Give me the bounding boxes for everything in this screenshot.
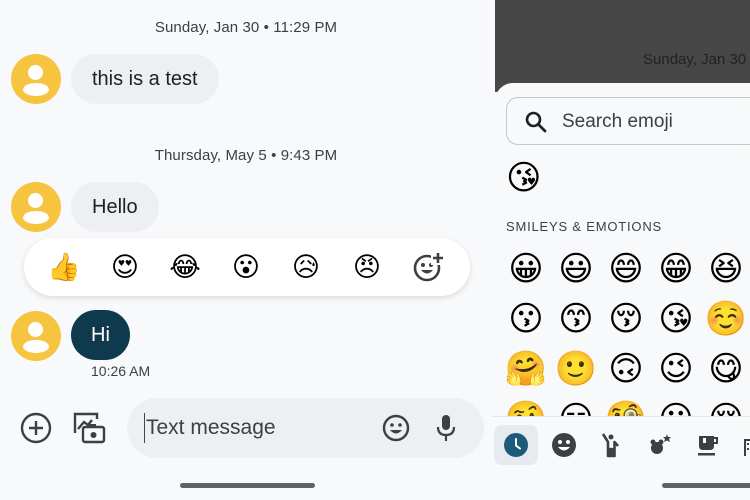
emoji-picker-sheet: 😘 SMILEYS & EMOTIONS 😀 😃 😄 😁 😆 😗 😙 😚 😘 ☺… [492,83,750,500]
coffee-cup-icon [698,436,718,456]
avatar-head-shape [28,322,43,337]
category-tab-food-drink[interactable] [686,425,730,465]
message-bubble[interactable]: this is a test [71,54,219,104]
avatar-body-shape [23,83,49,96]
emoji-search-input[interactable] [562,107,750,137]
emoji-cell[interactable]: 😄 [604,247,648,291]
search-icon [524,110,548,134]
emoji-cell[interactable]: 😘 [654,297,698,341]
reaction-tears-of-joy[interactable]: 😂 [168,250,202,284]
reaction-angry[interactable]: 😠 [350,250,384,284]
add-icon[interactable] [19,411,53,445]
category-tab-animals-nature[interactable] [638,425,682,465]
conversation-pane: Sunday, Jan 30 • 11:29 PM this is a test… [0,0,492,500]
smiley-icon [552,433,576,457]
emoji-cell[interactable]: 🙃 [604,347,648,391]
add-reaction-icon[interactable] [412,250,446,284]
compose-field [127,398,484,458]
emoji-cell[interactable]: 😀 [504,247,548,291]
reaction-thumbs-up[interactable]: 👍 [47,250,81,284]
reaction-heart-eyes[interactable]: 😍 [108,250,142,284]
screen: Sunday, Jan 30 • 11:29 PM this is a test… [0,0,750,500]
avatar-head-shape [28,193,43,208]
emoji-cell[interactable]: ☺️ [704,297,748,341]
person-waving-icon [601,433,619,458]
background-date-separator: Sunday, Jan 30 • [643,51,750,68]
avatar-head-shape [28,65,43,80]
emoji-cell[interactable]: 😁 [654,247,698,291]
emoji-cell[interactable]: 🤗 [504,347,548,391]
category-tab-people[interactable] [590,425,634,465]
date-separator: Thursday, May 5 • 9:43 PM [154,147,338,164]
recent-emoji[interactable]: 😘 [506,158,541,198]
emoji-cell[interactable]: 😉 [654,347,698,391]
category-tab-smileys[interactable] [542,425,586,465]
text-message-input[interactable] [144,413,364,443]
message-bubble[interactable]: Hello [71,182,159,232]
emoji-icon[interactable] [379,411,413,445]
category-tab-travel-places[interactable] [734,425,750,465]
avatar[interactable] [11,54,61,104]
clock-icon [504,433,528,457]
message-bubble-selected[interactable]: Hi [71,310,130,360]
gallery-camera-icon[interactable] [72,411,106,445]
emoji-search-box [506,97,750,145]
reaction-sad-sweat[interactable]: 😥 [289,250,323,284]
emoji-picker-pane: Sunday, Jan 30 • 😘 SMILEYS & EMOTIONS 😀 … [492,0,750,500]
background-scrim: Sunday, Jan 30 • [495,0,750,92]
microphone-icon[interactable] [429,411,463,445]
emoji-cell[interactable]: 😆 [704,247,748,291]
avatar-body-shape [23,340,49,353]
animals-icon [650,434,671,454]
emoji-cell[interactable]: 😋 [704,347,748,391]
avatar-body-shape [23,211,49,224]
reaction-surprised[interactable]: 😮 [229,250,263,284]
home-gesture-bar[interactable] [662,483,750,488]
emoji-cell[interactable]: 😗 [504,297,548,341]
emoji-cell[interactable]: 😙 [554,297,598,341]
category-tab-recent[interactable] [494,425,538,465]
emoji-cell[interactable]: 🙂 [554,347,598,391]
message-timestamp: 10:26 AM [91,363,151,379]
emoji-cell[interactable]: 😃 [554,247,598,291]
buildings-icon [744,439,750,456]
section-title: SMILEYS & EMOTIONS [506,219,662,234]
home-gesture-bar[interactable] [180,483,315,488]
emoji-category-bar [492,416,750,471]
reaction-bar: 👍 😍 😂 😮 😥 😠 [24,238,470,296]
avatar[interactable] [11,311,61,361]
emoji-cell[interactable]: 😚 [604,297,648,341]
date-separator: Sunday, Jan 30 • 11:29 PM [154,19,338,36]
avatar[interactable] [11,182,61,232]
compose-bar [0,398,492,458]
